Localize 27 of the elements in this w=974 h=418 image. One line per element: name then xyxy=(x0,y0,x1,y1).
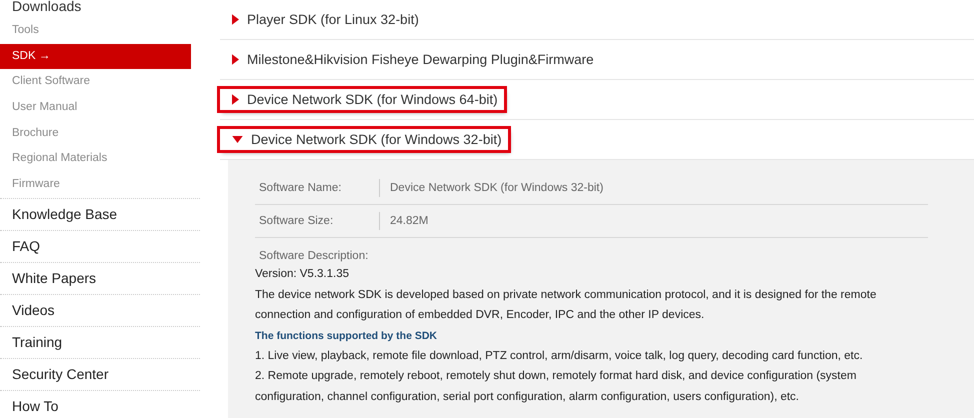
sidebar-item[interactable]: Videos xyxy=(0,294,200,326)
sidebar-item[interactable]: White Papers xyxy=(0,262,200,294)
function-item: 2. Remote upgrade, remotely reboot, remotely shut down, remotely format hard disk, and device configuration (system configuration, channel configuration, serial port configuration, alarm configuration, users configuration), etc. xyxy=(255,369,858,404)
download-entry[interactable]: Device Network SDK (for Windows 32-bit) xyxy=(220,129,508,150)
sidebar-item[interactable]: SDK → xyxy=(0,44,191,70)
field-label: Software Name: xyxy=(255,179,380,197)
sidebar-item[interactable]: How To xyxy=(0,390,200,418)
field-label: Software Size: xyxy=(255,212,380,230)
download-entry[interactable]: Device Network SDK (for Windows 64-bit) xyxy=(220,89,504,110)
sidebar-item[interactable]: Knowledge Base xyxy=(0,198,200,230)
field-label: Software Description: xyxy=(258,249,370,264)
caret-right-icon xyxy=(232,54,239,65)
caret-right-icon xyxy=(232,94,239,105)
functions-heading: The functions supported by the SDK xyxy=(255,328,438,344)
field-value: Device Network SDK (for Windows 32-bit) xyxy=(389,182,604,194)
description-text: The device network SDK is developed based on private network communication protocol, and it is designed for the remote connection and configuration of embedded DVR, Encoder, IPC and the other IP devices. xyxy=(255,288,878,323)
caret-right-icon xyxy=(232,14,239,25)
sidebar-item[interactable]: Downloads xyxy=(0,0,191,18)
sidebar-item[interactable]: Training xyxy=(0,326,200,358)
sidebar-item[interactable]: FAQ xyxy=(0,230,200,262)
function-item: 1. Live view, playback, remote file download, PTZ control, arm/disarm, voice talk, log query, decoding card function, etc. xyxy=(255,348,864,364)
download-entry[interactable]: Player SDK (for Linux 32-bit) xyxy=(220,9,425,30)
field-value: 24.82M xyxy=(389,215,428,227)
caret-down-icon xyxy=(232,136,243,143)
download-entry[interactable]: Milestone&Hikvision Fisheye Dewarping Plugin&Firmware xyxy=(220,49,600,70)
sidebar-item[interactable]: Security Center xyxy=(0,358,200,390)
version-text: Version: V5.3.1.35 xyxy=(255,267,350,282)
